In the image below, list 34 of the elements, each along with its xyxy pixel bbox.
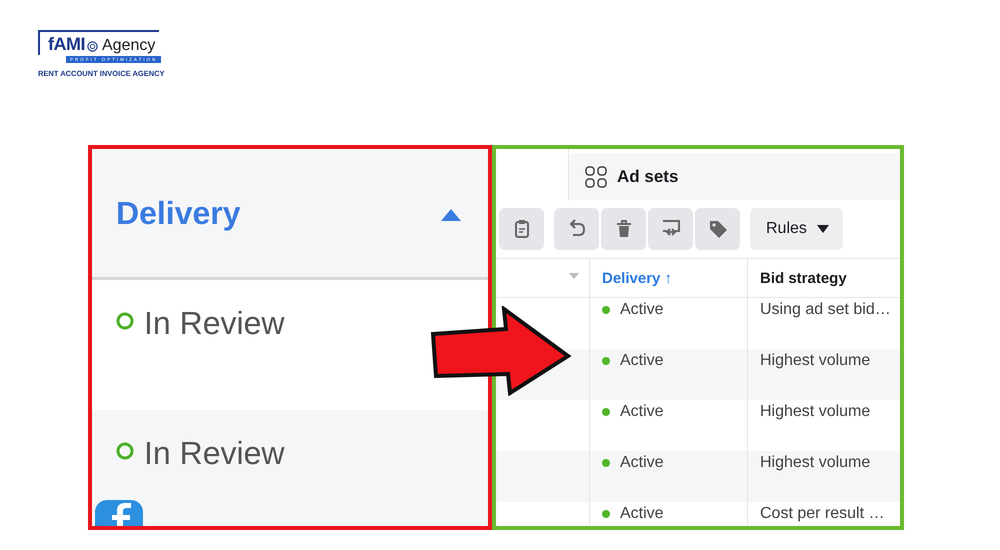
target-icon (87, 41, 98, 52)
clipboard-button[interactable] (499, 208, 544, 250)
table-cell-text: Cost per result … (759, 504, 886, 524)
status-text: Active (620, 454, 664, 472)
status-text: Active (620, 301, 664, 319)
trash-button[interactable] (601, 208, 646, 250)
status-text: Active (620, 352, 664, 370)
swap-button[interactable] (648, 208, 693, 250)
table-cell-text: Highest volume (759, 402, 872, 422)
status-ring-icon (116, 312, 134, 330)
table-cell-text: Highest volume (759, 453, 872, 473)
status-text: In Review (144, 308, 284, 338)
column-header[interactable]: Delivery ↑ (590, 259, 748, 297)
status-dot-icon (602, 357, 610, 365)
logo-text: Agency (102, 37, 156, 55)
table-cell-text: Using ad set bid… (759, 300, 892, 320)
rules-button[interactable]: Rules (750, 208, 843, 250)
column-header[interactable]: Bid strategy (748, 259, 900, 297)
status-text: Active (620, 403, 664, 421)
table-cell-text: Highest volume (759, 351, 872, 371)
status-ring-icon (116, 442, 134, 460)
caret-down-icon (816, 225, 829, 233)
undo-button[interactable] (554, 208, 599, 250)
status-dot-icon (602, 408, 610, 416)
status-dot-icon (602, 306, 610, 314)
status-text: In Review (144, 438, 284, 468)
tab[interactable]: Ad sets (569, 153, 900, 200)
status-dot-icon (602, 459, 610, 467)
grid-icon (585, 166, 607, 188)
status-dot-icon (602, 510, 610, 518)
column-title: Delivery (116, 194, 241, 232)
status-text: Active (620, 505, 664, 523)
tag-button[interactable] (695, 208, 740, 250)
logo-text: fAMI (48, 34, 85, 55)
